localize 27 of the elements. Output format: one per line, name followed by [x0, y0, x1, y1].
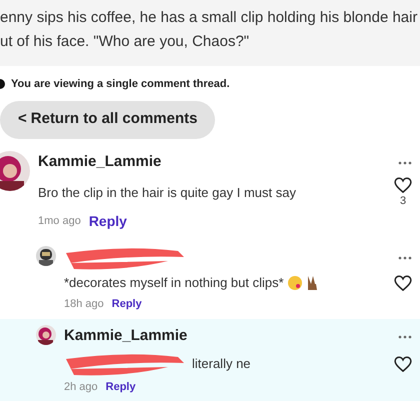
comment-text: Bro the clip in the hair is quite gay I must say: [38, 184, 296, 202]
author-name[interactable]: Kammie_Lammie: [64, 325, 188, 348]
story-text: ut of his face. "Who are you, Chaos?": [0, 32, 250, 52]
comment-time: 2h ago: [64, 380, 98, 394]
victory-hand-icon: [306, 275, 318, 291]
thread-notice: You are viewing a single comment thread.: [11, 77, 230, 92]
comment-time: 1mo ago: [38, 214, 81, 230]
comment-text: *decorates myself in nothing but clips*: [64, 274, 284, 292]
more-options-icon[interactable]: [398, 256, 412, 260]
story-text: enny sips his coffee, he has a small clip holding his blonde hair: [0, 8, 418, 28]
avatar[interactable]: [36, 324, 56, 344]
kissing-face-icon: [288, 276, 302, 290]
return-button[interactable]: < Return to all comments: [0, 100, 215, 138]
avatar[interactable]: [36, 246, 56, 266]
avatar[interactable]: [0, 150, 30, 190]
heart-icon[interactable]: [394, 275, 412, 291]
more-options-icon[interactable]: [398, 334, 412, 338]
heart-icon[interactable]: [394, 176, 412, 192]
like-count: 3: [400, 194, 406, 208]
reply-link[interactable]: Reply: [106, 378, 136, 395]
comment-text: literally ne: [192, 354, 251, 373]
heart-icon[interactable]: [394, 356, 412, 372]
author-name[interactable]: Kammie_Lammie: [38, 151, 162, 174]
reply-link[interactable]: Reply: [112, 296, 142, 312]
more-options-icon[interactable]: [398, 160, 412, 164]
comment-time: 18h ago: [64, 297, 104, 312]
reply-link[interactable]: Reply: [88, 211, 127, 232]
